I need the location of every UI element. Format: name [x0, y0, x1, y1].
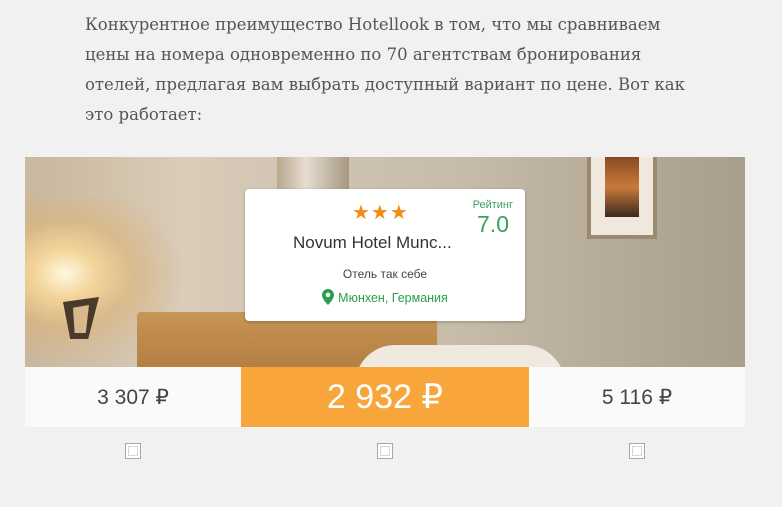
price-option-right[interactable]: 5 116 ₽ [529, 367, 745, 427]
hotel-card[interactable]: ★★★ Рейтинг 7.0 Novum Hotel Munc... Отел… [245, 189, 525, 321]
checkbox-left[interactable] [125, 443, 141, 459]
checkbox-center[interactable] [377, 443, 393, 459]
price-comparison-bar: 3 307 ₽ 2 932 ₽ 5 116 ₽ [25, 367, 745, 427]
hotel-name[interactable]: Novum Hotel Munc... [293, 233, 483, 253]
checkbox-right[interactable] [629, 443, 645, 459]
rating-label: Рейтинг [472, 199, 513, 211]
star-rating-icons: ★★★ [352, 202, 409, 224]
price-option-best[interactable]: 2 932 ₽ [241, 367, 529, 427]
map-pin-icon [322, 289, 335, 305]
bed-pillow [355, 345, 565, 367]
intro-paragraph: Конкурентное преимущество Hotellook в то… [85, 15, 685, 124]
hotel-location: Мюнхен, Германия [245, 289, 525, 305]
wall-picture [587, 157, 657, 239]
wall-picture-art [605, 157, 639, 217]
hotel-description: Отель так себе [342, 267, 428, 281]
hotel-location-text: Мюнхен, Германия [338, 291, 448, 305]
price-option-left[interactable]: 3 307 ₽ [25, 367, 241, 427]
